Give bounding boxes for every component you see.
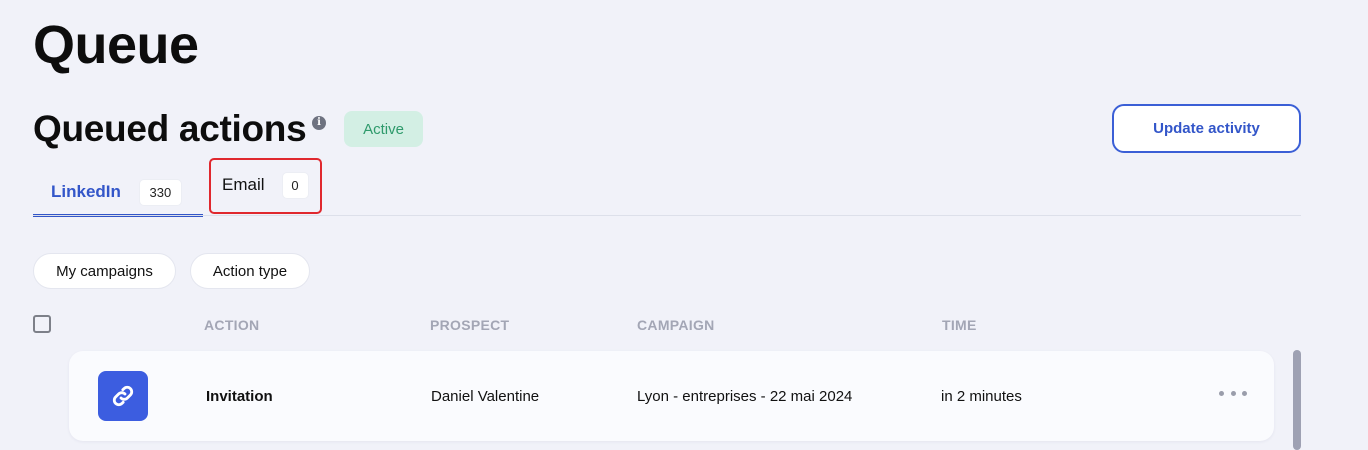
filter-my-campaigns[interactable]: My campaigns — [33, 253, 176, 289]
tab-count-badge: 330 — [138, 178, 182, 206]
tab-count-badge: 0 — [281, 171, 309, 199]
row-campaign[interactable]: Lyon - entreprises - 22 mai 2024 — [637, 388, 852, 405]
column-header-action: ACTION — [204, 317, 260, 333]
section-title: Queued actions — [33, 108, 307, 149]
tab-linkedin[interactable]: LinkedIn 330 — [33, 170, 203, 217]
scrollbar[interactable] — [1293, 350, 1301, 450]
row-time: in 2 minutes — [941, 388, 1022, 405]
column-header-campaign: CAMPAIGN — [637, 317, 715, 333]
more-options-icon[interactable] — [1219, 383, 1247, 403]
link-icon — [98, 371, 148, 421]
select-all-checkbox[interactable] — [33, 315, 51, 333]
tab-label: Email — [222, 175, 265, 194]
column-header-prospect: PROSPECT — [430, 317, 510, 333]
page-title: Queue — [33, 15, 199, 75]
status-badge: Active — [344, 111, 423, 147]
tab-label: LinkedIn — [51, 182, 121, 201]
row-prospect[interactable]: Daniel Valentine — [431, 388, 539, 405]
tabs-divider — [33, 215, 1301, 216]
row-action: Invitation — [206, 388, 273, 405]
filter-action-type[interactable]: Action type — [190, 253, 310, 289]
update-activity-button[interactable]: Update activity — [1112, 104, 1301, 153]
column-header-time: TIME — [942, 317, 977, 333]
tab-email[interactable]: Email 0 — [222, 170, 309, 200]
info-icon[interactable]: i — [312, 116, 326, 130]
